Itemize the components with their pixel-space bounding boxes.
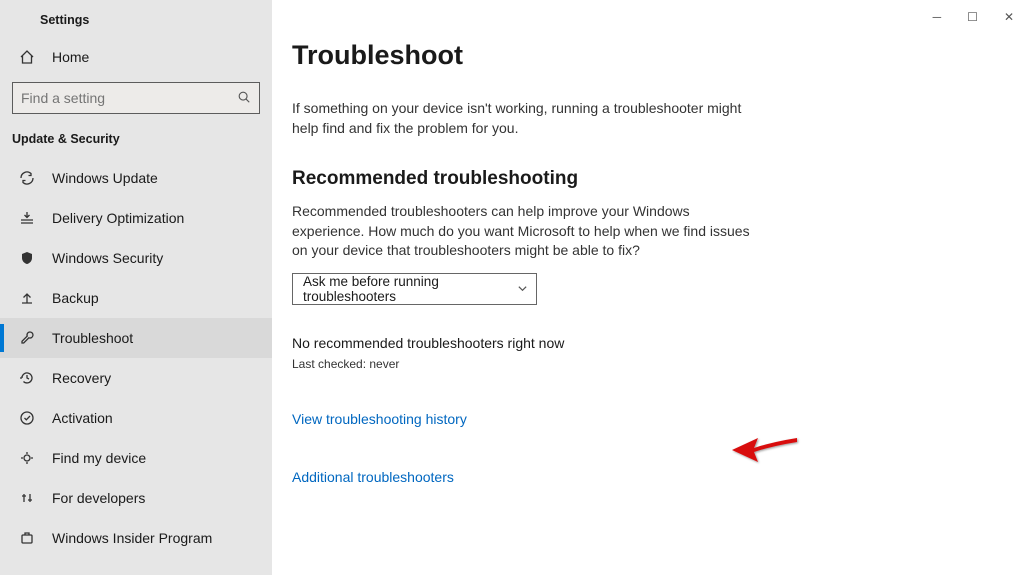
dev-tools-icon	[18, 489, 36, 507]
sidebar-item-label: Windows Security	[52, 250, 163, 266]
window-controls: ─ ☐ ✕	[933, 10, 1014, 24]
sidebar-item-activation[interactable]: Activation	[0, 398, 272, 438]
sidebar-item-label: Windows Update	[52, 170, 158, 186]
maximize-button[interactable]: ☐	[967, 10, 978, 24]
sidebar: Settings Home Update & Security Windows …	[0, 0, 272, 575]
last-checked-text: Last checked: never	[292, 357, 762, 371]
sidebar-item-label: Activation	[52, 410, 113, 426]
annotation-arrow	[732, 428, 802, 471]
minimize-button[interactable]: ─	[933, 10, 942, 24]
home-icon	[18, 48, 36, 66]
clock-back-icon	[18, 369, 36, 387]
sidebar-item-label: Delivery Optimization	[52, 210, 184, 226]
check-circle-icon	[18, 409, 36, 427]
additional-troubleshooters-link[interactable]: Additional troubleshooters	[292, 469, 762, 485]
sidebar-item-backup[interactable]: Backup	[0, 278, 272, 318]
no-recommended-text: No recommended troubleshooters right now	[292, 335, 762, 351]
sidebar-item-windows-update[interactable]: Windows Update	[0, 158, 272, 198]
sidebar-category: Update & Security	[0, 128, 272, 158]
search-input[interactable]	[21, 90, 237, 106]
sidebar-item-label: Recovery	[52, 370, 111, 386]
shield-icon	[18, 249, 36, 267]
sidebar-item-windows-security[interactable]: Windows Security	[0, 238, 272, 278]
window-header: Settings	[0, 8, 272, 38]
dropdown-selected-label: Ask me before running troubleshooters	[303, 274, 509, 304]
recommended-title: Recommended troubleshooting	[292, 168, 762, 190]
sidebar-item-label: Windows Insider Program	[52, 530, 212, 546]
sidebar-item-delivery-optimization[interactable]: Delivery Optimization	[0, 198, 272, 238]
insider-icon	[18, 529, 36, 547]
sidebar-item-recovery[interactable]: Recovery	[0, 358, 272, 398]
search-box[interactable]	[12, 82, 260, 114]
sync-icon	[18, 169, 36, 187]
main-content: Troubleshoot If something on your device…	[272, 0, 1024, 575]
nav-home-label: Home	[52, 49, 89, 65]
backup-arrow-icon	[18, 289, 36, 307]
sidebar-nav: Windows Update Delivery Optimization Win…	[0, 158, 272, 558]
close-button[interactable]: ✕	[1004, 10, 1014, 24]
view-history-link[interactable]: View troubleshooting history	[292, 411, 762, 427]
window-title: Settings	[40, 13, 89, 27]
sidebar-item-label: Troubleshoot	[52, 330, 133, 346]
nav-home[interactable]: Home	[0, 38, 272, 76]
wrench-icon	[18, 329, 36, 347]
download-stack-icon	[18, 209, 36, 227]
sidebar-item-label: Find my device	[52, 450, 146, 466]
page-title: Troubleshoot	[292, 40, 762, 71]
chevron-down-icon	[517, 281, 528, 297]
search-icon	[237, 90, 251, 107]
location-icon	[18, 449, 36, 467]
sidebar-item-for-developers[interactable]: For developers	[0, 478, 272, 518]
sidebar-item-troubleshoot[interactable]: Troubleshoot	[0, 318, 272, 358]
sidebar-item-windows-insider[interactable]: Windows Insider Program	[0, 518, 272, 558]
sidebar-item-label: For developers	[52, 490, 145, 506]
sidebar-item-find-my-device[interactable]: Find my device	[0, 438, 272, 478]
recommended-desc: Recommended troubleshooters can help imp…	[292, 202, 762, 261]
troubleshoot-preference-dropdown[interactable]: Ask me before running troubleshooters	[292, 273, 537, 305]
intro-text: If something on your device isn't workin…	[292, 99, 762, 138]
sidebar-item-label: Backup	[52, 290, 99, 306]
